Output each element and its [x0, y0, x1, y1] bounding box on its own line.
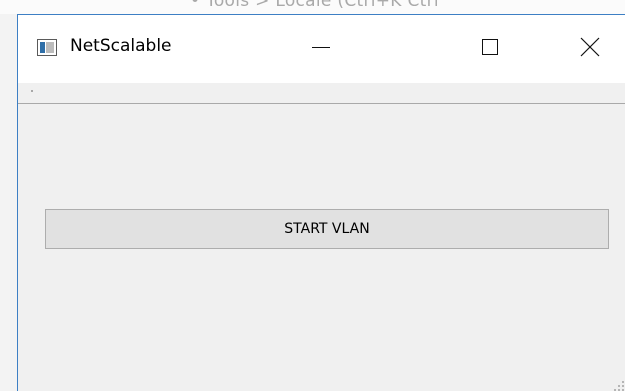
start-vlan-button[interactable]: START VLAN	[45, 209, 609, 249]
title-bar[interactable]: NetScalable	[18, 15, 625, 83]
maximize-button[interactable]	[466, 25, 512, 69]
resize-grip-icon[interactable]	[611, 378, 625, 391]
maximize-icon	[482, 39, 498, 55]
menu-bar	[18, 83, 625, 103]
screen: • Tools > Locale (Ctrl+K Ctrl NetScalabl…	[0, 0, 625, 391]
close-icon	[580, 37, 600, 57]
minimize-button[interactable]	[298, 25, 344, 69]
client-area: START VLAN	[18, 104, 625, 391]
close-button[interactable]	[567, 25, 613, 69]
minimize-icon	[312, 47, 330, 48]
background-window-text: • Tools > Locale (Ctrl+K Ctrl	[190, 0, 439, 11]
app-window: NetScalable START VLAN	[17, 14, 625, 391]
menu-grip-icon	[31, 90, 33, 92]
application-window-icon[interactable]	[37, 39, 57, 56]
background-window-edge: • Tools > Locale (Ctrl+K Ctrl	[0, 0, 625, 14]
window-title: NetScalable	[70, 36, 172, 56]
